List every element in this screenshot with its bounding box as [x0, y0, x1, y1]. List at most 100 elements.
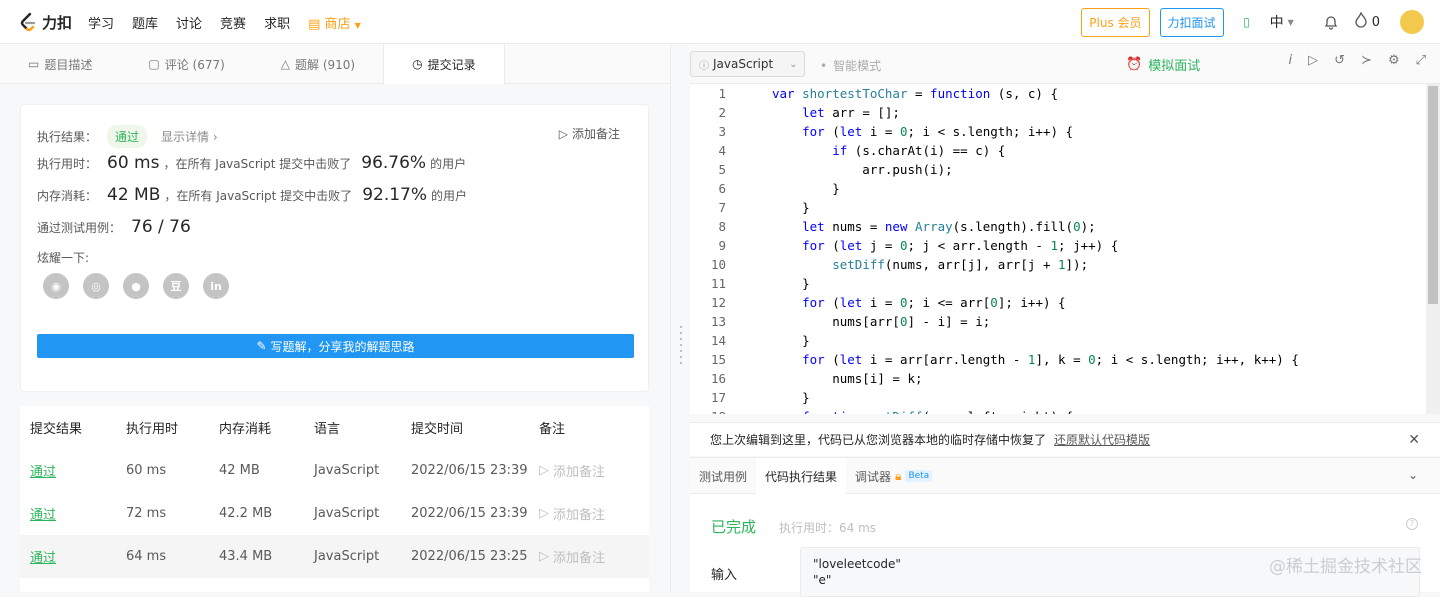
caret-down-icon: ▼ [1287, 17, 1294, 27]
linkedin-icon[interactable]: in [203, 273, 229, 299]
line-number: 3 [718, 124, 726, 139]
row-add-note[interactable]: ▷ 添加备注 [539, 461, 649, 480]
tab-description-label: 题目描述 [44, 57, 93, 72]
write-solution-button[interactable]: ✎ 写题解，分享我的解题思路 [37, 334, 634, 358]
wechat-icon[interactable]: ◉ [43, 273, 69, 299]
language-select[interactable]: ⓘ JavaScript ⌄ [690, 51, 805, 77]
restore-default-link[interactable]: 还原默认代码模版 [1054, 431, 1150, 448]
tab-comments[interactable]: ▢ 评论 (677) [120, 44, 252, 84]
code-line: 2 let arr = []; [690, 103, 1299, 122]
table-row[interactable]: 通过 60 ms 42 MB JavaScript 2022/06/15 23:… [20, 449, 649, 492]
add-note-button[interactable]: ▷ 添加备注 [559, 125, 620, 142]
nav-store[interactable]: ▤ 商店 ▼ [308, 13, 361, 32]
row-lang: JavaScript [314, 549, 380, 564]
row-date: 2022/06/15 23:39 [411, 506, 528, 521]
tab-submissions[interactable]: ◷ 提交记录 [383, 44, 505, 84]
logo-text: 力扣 [42, 13, 73, 32]
top-navbar: 力扣 学习 题库 讨论 竞赛 求职 ▤ 商店 ▼ Plus 会员 力扣面试 ▯ … [0, 0, 1440, 44]
table-header: 提交结果 执行用时 内存消耗 语言 提交时间 备注 [20, 406, 649, 449]
qq-icon[interactable]: ● [123, 273, 149, 299]
table-row[interactable]: 通过 64 ms 43.4 MB JavaScript 2022/06/15 2… [20, 535, 649, 578]
line-number: 15 [710, 352, 726, 367]
memory-value: 42 MB [107, 185, 161, 205]
tab-run-result[interactable]: 代码执行结果 [756, 458, 847, 494]
reset-icon[interactable]: ↺ [1334, 53, 1345, 68]
code-text: let nums = new Array(s.length).fill(0); [802, 219, 1096, 234]
row-date: 2022/06/15 23:25 [411, 549, 528, 564]
tab-testcases[interactable]: 测试用例 [690, 458, 756, 494]
line-number: 10 [710, 257, 726, 272]
terminal-icon[interactable]: ≻ [1361, 53, 1372, 68]
code-lines: 1 var shortestToChar = function (s, c) {2… [690, 84, 1299, 414]
left-tab-bar: ▭ 题目描述 ▢ 评论 (677) △ 题解 (910) ◷ 提交记录 [0, 44, 670, 84]
nav-problems[interactable]: 题库 [132, 13, 158, 32]
language-switch[interactable]: 中 ▼ [1270, 12, 1294, 32]
editor-icons: i ▷ ↺ ≻ ⚙ ⤢ [1289, 53, 1427, 68]
code-text: if (s.charAt(i) == c) { [832, 143, 1006, 158]
code-text: } [772, 200, 810, 215]
mobile-icon[interactable]: ▯ [1234, 9, 1260, 35]
mock-interview-label: 模拟面试 [1148, 59, 1201, 74]
chevron-down-icon[interactable]: ⌄ [1408, 468, 1418, 482]
col-note: 备注 [539, 422, 566, 437]
watermark: @稀土掘金技术社区 [1269, 557, 1422, 577]
flag-icon: ▷ [539, 549, 549, 564]
comment-icon: ▢ [148, 57, 160, 71]
close-icon[interactable]: ✕ [1408, 432, 1420, 448]
memory-percent: 92.17% [362, 185, 428, 205]
runtime-suffix: 的用户 [430, 157, 467, 171]
fullscreen-icon[interactable]: ⤢ [1416, 53, 1426, 68]
avatar[interactable] [1400, 10, 1424, 34]
mock-interview-button[interactable]: ⏰ 模拟面试 [1126, 55, 1200, 74]
play-icon[interactable]: ▷ [1308, 53, 1318, 68]
plus-member-button[interactable]: Plus 会员 [1081, 7, 1150, 37]
points[interactable]: 0 [1354, 11, 1380, 32]
tab-submissions-label: 提交记录 [427, 57, 476, 72]
nav-contest[interactable]: 竞赛 [220, 13, 246, 32]
show-details-link[interactable]: 显示详情 › [161, 128, 218, 145]
memory-label: 内存消耗： [37, 189, 98, 203]
help-icon[interactable]: ? [1406, 518, 1418, 530]
row-add-note[interactable]: ▷ 添加备注 [539, 547, 649, 566]
leetcode-logo[interactable]: 力扣 [18, 11, 72, 33]
input-label: 输入 [711, 568, 738, 583]
settings-icon[interactable]: ⚙ [1388, 53, 1400, 68]
row-memory: 42 MB [219, 463, 260, 478]
row-status[interactable]: 通过 [20, 504, 126, 523]
code-line: 3 for (let i = 0; i < s.length; i++) { [690, 122, 1299, 141]
row-lang: JavaScript [314, 506, 380, 521]
tab-description[interactable]: ▭ 题目描述 [0, 44, 120, 84]
flag-icon: ▷ [539, 463, 549, 478]
tab-run-result-label: 代码执行结果 [765, 469, 838, 484]
row-add-note[interactable]: ▷ 添加备注 [539, 504, 649, 523]
tab-debugger[interactable]: 调试器 🔒︎ Beta [846, 458, 941, 494]
top-right-actions: Plus 会员 力扣面试 ▯ 中 ▼ 0 [1081, 0, 1424, 44]
code-text: function setDiff(arr, left, right) { [726, 407, 1073, 414]
row-status[interactable]: 通过 [20, 461, 126, 480]
douban-icon[interactable]: 豆 [163, 273, 189, 299]
code-line: 17 } [690, 388, 1299, 407]
italic-info-icon[interactable]: i [1289, 53, 1293, 68]
result-row: 执行结果： 通过 显示详情 › [37, 125, 218, 148]
line-number: 18 [690, 407, 726, 414]
nav-jobs[interactable]: 求职 [264, 13, 290, 32]
row-note-label: 添加备注 [553, 508, 606, 523]
dot-icon: • [820, 58, 828, 73]
bell-icon[interactable] [1318, 9, 1344, 35]
row-status[interactable]: 通过 [20, 547, 126, 566]
interview-button[interactable]: 力扣面试 [1159, 7, 1224, 37]
scrollbar-thumb[interactable] [1428, 86, 1438, 304]
nav-discuss[interactable]: 讨论 [176, 13, 202, 32]
panel-resize-handle[interactable] [670, 44, 690, 592]
code-text: for (let i = 0; i < s.length; i++) { [802, 124, 1074, 139]
tab-comments-label: 评论 (677) [164, 57, 225, 72]
line-number: 16 [710, 371, 726, 386]
table-row[interactable]: 通过 72 ms 42.2 MB JavaScript 2022/06/15 2… [20, 492, 649, 535]
tab-solutions[interactable]: △ 题解 (910) [253, 44, 383, 84]
smart-mode-toggle[interactable]: • 智能模式 [820, 57, 881, 74]
nav-learn[interactable]: 学习 [88, 13, 114, 32]
editor-scrollbar[interactable] [1426, 84, 1440, 414]
row-memory: 42.2 MB [219, 506, 273, 521]
code-editor[interactable]: 1 var shortestToChar = function (s, c) {2… [690, 84, 1440, 414]
weibo-icon[interactable]: ◎ [83, 273, 109, 299]
